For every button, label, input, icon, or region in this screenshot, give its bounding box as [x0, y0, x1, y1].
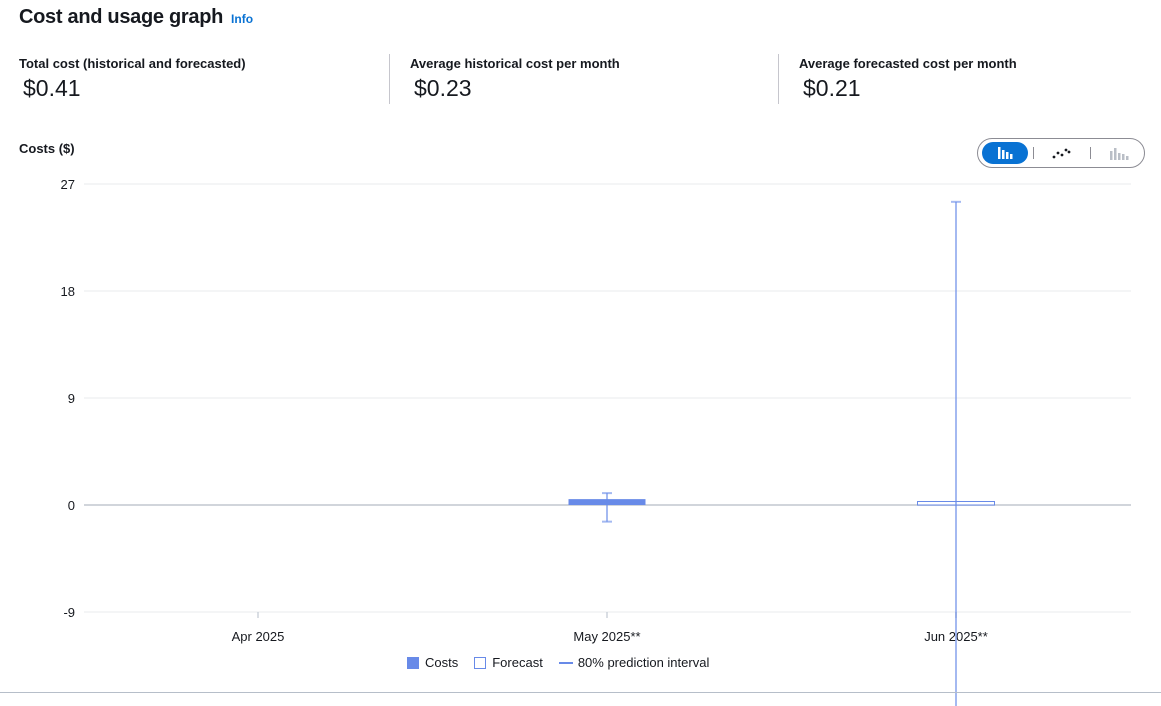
chart-legend: Costs Forecast 80% prediction interval	[407, 655, 725, 670]
legend-label: Costs	[425, 655, 459, 670]
cost-chart: 271890-9Apr 2025 May 2025** Jun 2025**	[61, 177, 1131, 706]
costs-swatch	[407, 656, 419, 669]
x-tick-label: May 2025**	[573, 629, 640, 644]
legend-item-forecast[interactable]: Forecast	[474, 655, 543, 670]
bottom-divider	[0, 692, 1161, 693]
y-tick-label: 9	[68, 391, 75, 406]
y-tick-label: 18	[61, 284, 75, 299]
y-tick-label: 27	[61, 177, 75, 192]
y-tick-label: -9	[63, 605, 75, 620]
legend-item-costs[interactable]: Costs	[407, 655, 458, 670]
forecast-swatch	[474, 656, 487, 669]
y-tick-label: 0	[68, 498, 75, 513]
legend-label: Forecast	[492, 655, 543, 670]
legend-label: 80% prediction interval	[577, 655, 710, 670]
x-tick-label: Apr 2025	[232, 629, 285, 644]
prediction-interval-swatch	[558, 661, 573, 664]
legend-item-prediction-interval[interactable]: 80% prediction interval	[558, 655, 710, 670]
